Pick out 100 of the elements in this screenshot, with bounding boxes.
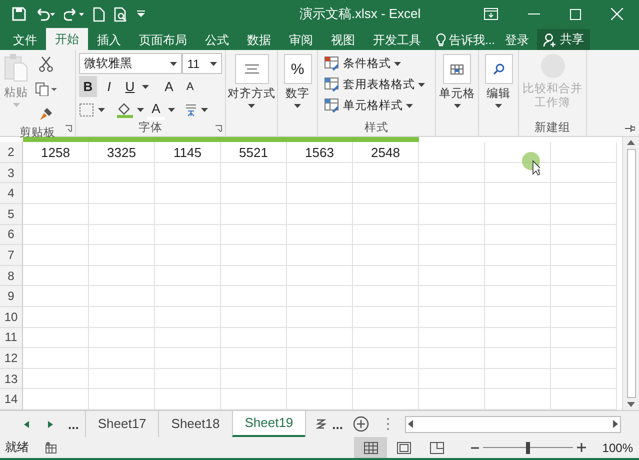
table-cell[interactable] — [485, 224, 551, 246]
table-cell[interactable] — [551, 224, 617, 246]
table-cell[interactable] — [155, 224, 221, 246]
table-cell[interactable] — [485, 368, 551, 390]
zoom-in-icon[interactable] — [577, 443, 586, 452]
table-cell[interactable] — [23, 224, 89, 246]
table-cell[interactable] — [287, 245, 353, 266]
minimize-icon[interactable] — [528, 13, 540, 16]
ribbon-display-icon[interactable] — [484, 8, 498, 20]
dialog-launcher-icon[interactable] — [65, 125, 72, 132]
table-cell[interactable] — [89, 224, 155, 246]
table-cell[interactable] — [89, 368, 155, 390]
grow-font-button[interactable]: A — [160, 76, 178, 98]
table-cell[interactable] — [485, 348, 551, 369]
ribbon-tab[interactable]: 页面布局 — [130, 30, 196, 50]
table-cell[interactable] — [419, 142, 485, 163]
table-cell[interactable] — [419, 224, 485, 246]
table-cell[interactable] — [419, 348, 485, 369]
customize-icon[interactable] — [137, 10, 145, 18]
italic-button[interactable]: I — [100, 76, 118, 98]
table-cell[interactable] — [551, 142, 617, 163]
borders-icon[interactable] — [79, 102, 95, 117]
table-cell[interactable] — [353, 204, 419, 225]
underline-button[interactable]: U — [121, 76, 139, 98]
table-cell[interactable] — [89, 183, 155, 204]
close-icon[interactable] — [611, 8, 623, 20]
bold-button[interactable]: B — [79, 76, 97, 98]
table-cell[interactable] — [23, 348, 89, 369]
table-cell[interactable] — [353, 368, 419, 390]
table-cell[interactable] — [353, 224, 419, 246]
table-cell[interactable] — [23, 183, 89, 204]
table-cell[interactable] — [221, 307, 287, 328]
table-cell[interactable] — [23, 328, 89, 348]
dialog-launcher-icon[interactable] — [215, 125, 222, 132]
ribbon-tab[interactable]: 开始 — [46, 28, 88, 50]
table-cell[interactable] — [419, 183, 485, 204]
table-cell[interactable] — [221, 286, 287, 308]
scroll-left-icon[interactable] — [406, 419, 416, 429]
ribbon-tab[interactable]: 插入 — [88, 30, 130, 50]
table-cell[interactable] — [287, 183, 353, 204]
cells-button[interactable]: 单元格 — [436, 50, 478, 108]
style-menu-button[interactable]: 套用表格格式 — [324, 74, 432, 96]
table-cell[interactable] — [221, 368, 287, 390]
table-cell[interactable] — [551, 204, 617, 225]
table-cell[interactable] — [353, 245, 419, 266]
table-cell[interactable] — [287, 328, 353, 348]
shrink-font-button[interactable]: A — [181, 76, 199, 98]
tell-me-button[interactable]: 告诉我... — [432, 30, 500, 50]
table-cell[interactable] — [419, 266, 485, 286]
style-menu-button[interactable]: 条件格式 — [324, 53, 432, 74]
table-cell[interactable] — [485, 286, 551, 308]
table-cell[interactable] — [287, 204, 353, 225]
table-cell[interactable] — [287, 266, 353, 286]
table-cell[interactable] — [353, 183, 419, 204]
redo-icon[interactable] — [64, 7, 84, 22]
table-cell[interactable] — [551, 162, 617, 184]
table-cell[interactable] — [155, 348, 221, 369]
table-cell[interactable] — [89, 162, 155, 184]
more-sheets-button[interactable]: ... — [62, 416, 85, 432]
table-cell[interactable] — [23, 204, 89, 225]
editing-button[interactable]: 编辑 — [479, 50, 518, 108]
table-cell[interactable] — [485, 328, 551, 348]
table-cell[interactable] — [551, 245, 617, 266]
ribbon-tab[interactable]: 审阅 — [280, 30, 322, 50]
table-cell[interactable] — [155, 204, 221, 225]
table-cell[interactable] — [155, 286, 221, 308]
sheet-tab[interactable]: Sheet19 — [232, 410, 306, 436]
table-cell[interactable] — [287, 348, 353, 369]
table-cell[interactable] — [89, 245, 155, 266]
style-menu-button[interactable]: 单元格样式 — [324, 95, 432, 116]
table-cell[interactable] — [221, 224, 287, 246]
table-cell[interactable] — [419, 286, 485, 308]
scroll-right-icon[interactable] — [610, 419, 620, 429]
macro-record-icon[interactable] — [45, 442, 57, 454]
table-cell[interactable] — [551, 307, 617, 328]
table-cell[interactable] — [89, 328, 155, 348]
ribbon-tab[interactable]: 开发工具 — [364, 30, 430, 50]
table-cell[interactable] — [287, 286, 353, 308]
table-cell[interactable] — [353, 328, 419, 348]
table-cell[interactable] — [287, 368, 353, 390]
table-cell[interactable] — [155, 307, 221, 328]
add-sheet-icon[interactable] — [353, 416, 369, 432]
table-cell[interactable] — [551, 348, 617, 369]
ribbon-tab[interactable]: 公式 — [196, 30, 238, 50]
new-file-icon[interactable] — [93, 6, 105, 22]
table-cell[interactable] — [89, 266, 155, 286]
table-cell[interactable] — [353, 266, 419, 286]
table-cell[interactable] — [221, 266, 287, 286]
save-icon[interactable] — [12, 7, 26, 22]
table-cell[interactable] — [221, 348, 287, 369]
table-cell[interactable] — [485, 245, 551, 266]
view-button[interactable] — [354, 437, 388, 458]
vertical-scrollbar[interactable] — [622, 137, 639, 410]
font-size-field[interactable]: 11 — [182, 53, 222, 74]
table-cell[interactable] — [23, 162, 89, 184]
horizontal-scrollbar[interactable] — [405, 416, 621, 432]
maximize-icon[interactable] — [570, 8, 581, 20]
table-cell[interactable] — [221, 245, 287, 266]
table-cell[interactable] — [23, 286, 89, 308]
pin-icon[interactable] — [625, 125, 635, 132]
